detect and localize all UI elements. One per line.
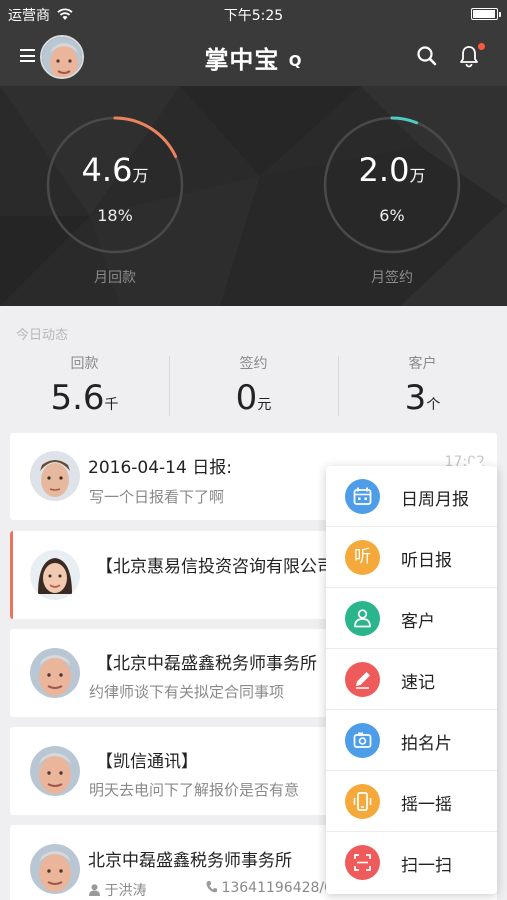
contact-name: 于洪涛 — [104, 883, 147, 899]
listen-icon: 听 — [345, 540, 380, 575]
stat-label: 回款 — [70, 356, 99, 372]
today-stat-customers[interactable]: 客户 3个 — [338, 346, 507, 421]
menu-item-label: 摇一摇 — [401, 795, 452, 815]
avatar — [30, 746, 80, 796]
today-stat-signing[interactable]: 签约 0元 — [169, 346, 338, 421]
menu-item-scan[interactable]: 扫一扫 — [326, 832, 497, 893]
today-stat-repayment[interactable]: 回款 5.6千 — [0, 346, 169, 421]
stat-value: 5.6千 — [50, 378, 119, 418]
signing-value: 2.0万 — [358, 151, 426, 189]
quick-action-menu: 日周月报 听 听日报 客户 速记 拍名片 摇一摇 扫一扫 — [326, 458, 497, 894]
person-icon — [89, 884, 100, 896]
menu-item-label: 速记 — [401, 673, 435, 693]
stat-label: 客户 — [408, 356, 437, 372]
repayment-percent: 18% — [97, 206, 133, 225]
avatar — [30, 844, 80, 894]
battery-icon — [471, 8, 501, 20]
feed-title: 【凯信通讯】 — [96, 752, 198, 772]
feed-title: 【北京中磊盛鑫税务师事务所 — [96, 654, 317, 674]
repayment-label: 月回款 — [94, 270, 136, 286]
feed-title: 【北京惠易信投资咨询有限公司 — [96, 557, 334, 577]
highlight-bar — [10, 531, 13, 619]
monthly-signing-ring[interactable]: 2.0万 6% — [322, 115, 462, 255]
menu-item-customer[interactable]: 客户 — [326, 588, 497, 649]
avatar — [30, 451, 80, 501]
monthly-repayment-ring[interactable]: 4.6万 18% — [45, 115, 185, 255]
status-bar: 运营商 下午5:25 — [0, 0, 507, 28]
menu-item-reports[interactable]: 日周月报 — [326, 466, 497, 527]
camera-icon — [345, 723, 380, 758]
app-logo-text: 掌中宝 — [204, 45, 280, 74]
menu-item-business-card[interactable]: 拍名片 — [326, 710, 497, 771]
notification-dot — [478, 43, 485, 50]
feed-subtitle: 约律师谈下有关拟定合同事项 — [89, 683, 285, 701]
menu-item-label: 日周月报 — [401, 490, 469, 510]
nav-bar: 掌中宝 Q — [0, 28, 507, 86]
menu-item-label: 客户 — [401, 612, 435, 632]
monthly-summary: 4.6万 18% 月回款 2.0万 6% 月签约 — [0, 86, 507, 306]
avatar — [30, 550, 80, 600]
phone-icon — [206, 881, 217, 893]
search-icon[interactable] — [416, 45, 438, 67]
repayment-value: 4.6万 — [81, 151, 149, 189]
customer-icon — [345, 601, 380, 636]
menu-item-label: 扫一扫 — [401, 856, 452, 876]
feed-subtitle: 明天去电问下了解报价是否有意 — [89, 781, 300, 799]
stat-value: 0元 — [235, 378, 272, 418]
menu-item-shake[interactable]: 摇一摇 — [326, 771, 497, 832]
shake-icon — [345, 784, 380, 819]
today-stats: 回款 5.6千 签约 0元 客户 3个 — [0, 346, 507, 421]
stat-value: 3个 — [404, 378, 441, 418]
feed-title: 北京中磊盛鑫税务师事务所 — [88, 851, 292, 871]
feed-title: 2016-04-14 日报: — [88, 458, 232, 478]
menu-item-label: 听日报 — [401, 551, 452, 571]
scan-icon — [345, 845, 380, 880]
pencil-icon — [345, 662, 380, 697]
feed-subtitle: 写一个日报看下了啊 — [89, 488, 225, 506]
avatar — [30, 648, 80, 698]
menu-item-quick-note[interactable]: 速记 — [326, 649, 497, 710]
today-section-title: 今日动态 — [16, 328, 69, 343]
calendar-icon — [345, 479, 380, 514]
signing-percent: 6% — [379, 206, 405, 225]
menu-item-listen-report[interactable]: 听 听日报 — [326, 527, 497, 588]
contact-person: 于洪涛 — [89, 880, 146, 900]
menu-item-label: 拍名片 — [401, 734, 452, 754]
app-logo-mark: Q — [288, 52, 303, 70]
stat-label: 签约 — [239, 356, 268, 372]
signing-label: 月签约 — [371, 270, 413, 286]
clock: 下午5:25 — [223, 8, 284, 24]
